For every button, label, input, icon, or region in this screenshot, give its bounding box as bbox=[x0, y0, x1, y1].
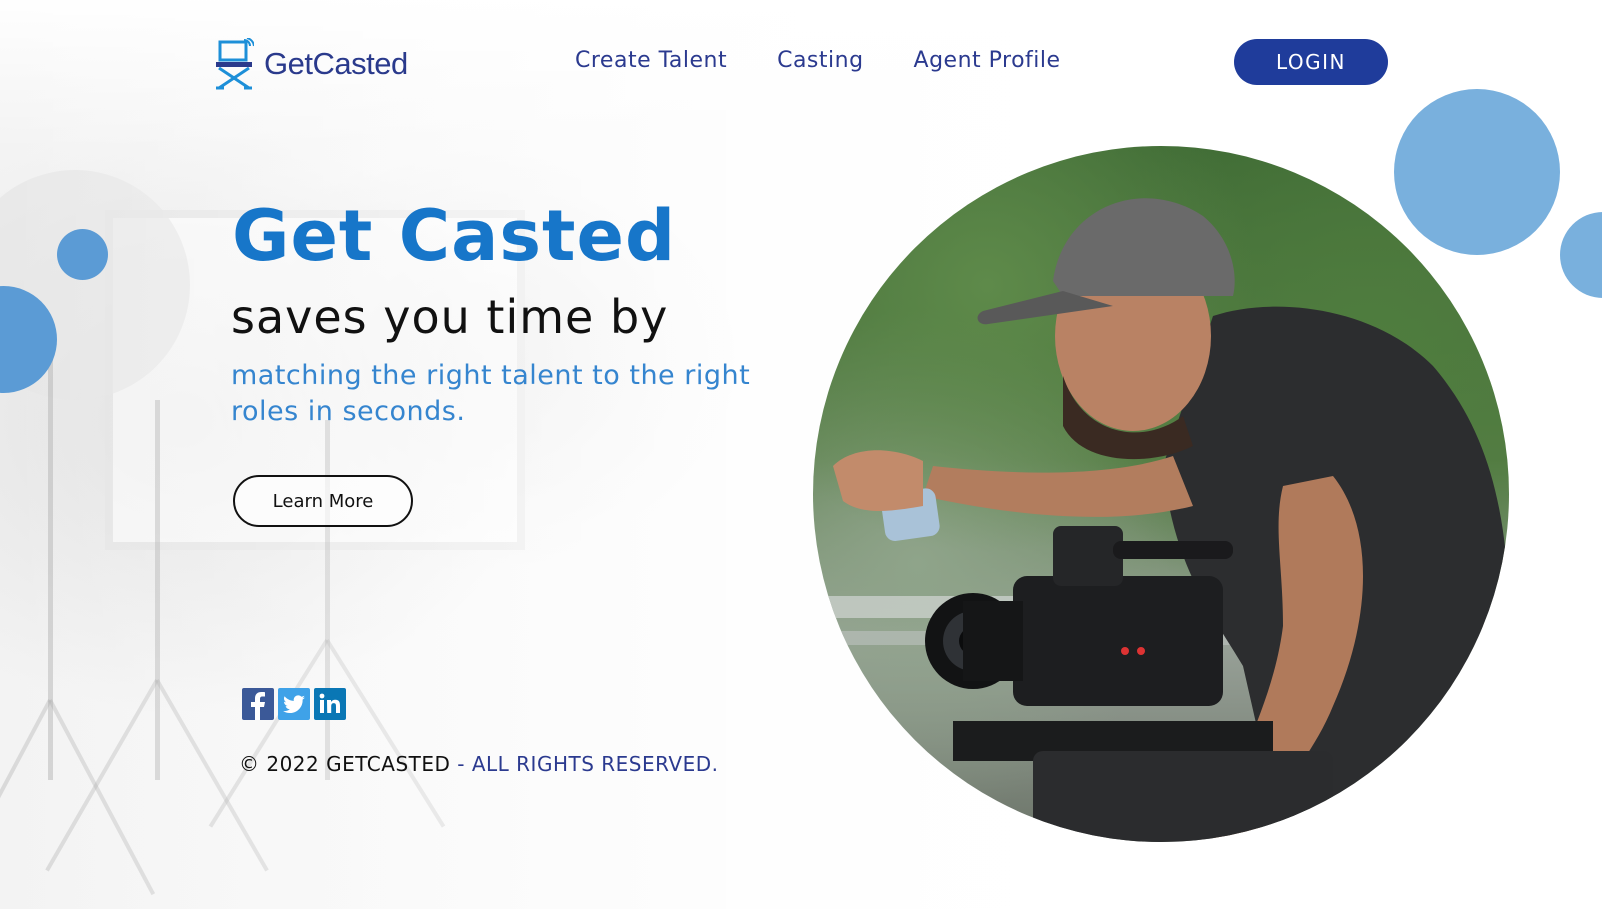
social-links bbox=[242, 688, 346, 720]
logo[interactable]: GetCasted bbox=[214, 38, 408, 90]
hero-subtitle: saves you time by bbox=[231, 290, 669, 344]
facebook-icon[interactable] bbox=[242, 688, 274, 720]
decor-circle bbox=[1394, 89, 1560, 255]
rights-text: - ALL RIGHTS RESERVED. bbox=[450, 752, 719, 776]
linkedin-icon[interactable] bbox=[314, 688, 346, 720]
login-button[interactable]: LOGIN bbox=[1234, 39, 1388, 85]
learn-more-button[interactable]: Learn More bbox=[233, 475, 413, 527]
background-fade-top bbox=[0, 0, 1160, 150]
main-nav: Create Talent Casting Agent Profile bbox=[575, 48, 1061, 73]
copyright-text: © 2022 GETCASTED bbox=[239, 752, 451, 776]
twitter-icon[interactable] bbox=[278, 688, 310, 720]
logo-text: GetCasted bbox=[264, 46, 408, 81]
hero-title: Get Casted bbox=[232, 195, 677, 277]
hero-photo-camera-operator bbox=[813, 146, 1509, 842]
footer-copyright: © 2022 GETCASTED - ALL RIGHTS RESERVED. bbox=[239, 752, 719, 776]
decor-circle bbox=[1560, 212, 1602, 298]
nav-casting[interactable]: Casting bbox=[777, 48, 863, 73]
nav-create-talent[interactable]: Create Talent bbox=[575, 48, 727, 73]
camera-operator-illustration bbox=[813, 198, 1509, 842]
director-chair-icon bbox=[216, 38, 254, 90]
nav-agent-profile[interactable]: Agent Profile bbox=[914, 48, 1061, 73]
hero-description: matching the right talent to the right r… bbox=[231, 360, 751, 427]
decor-circle bbox=[57, 229, 108, 280]
